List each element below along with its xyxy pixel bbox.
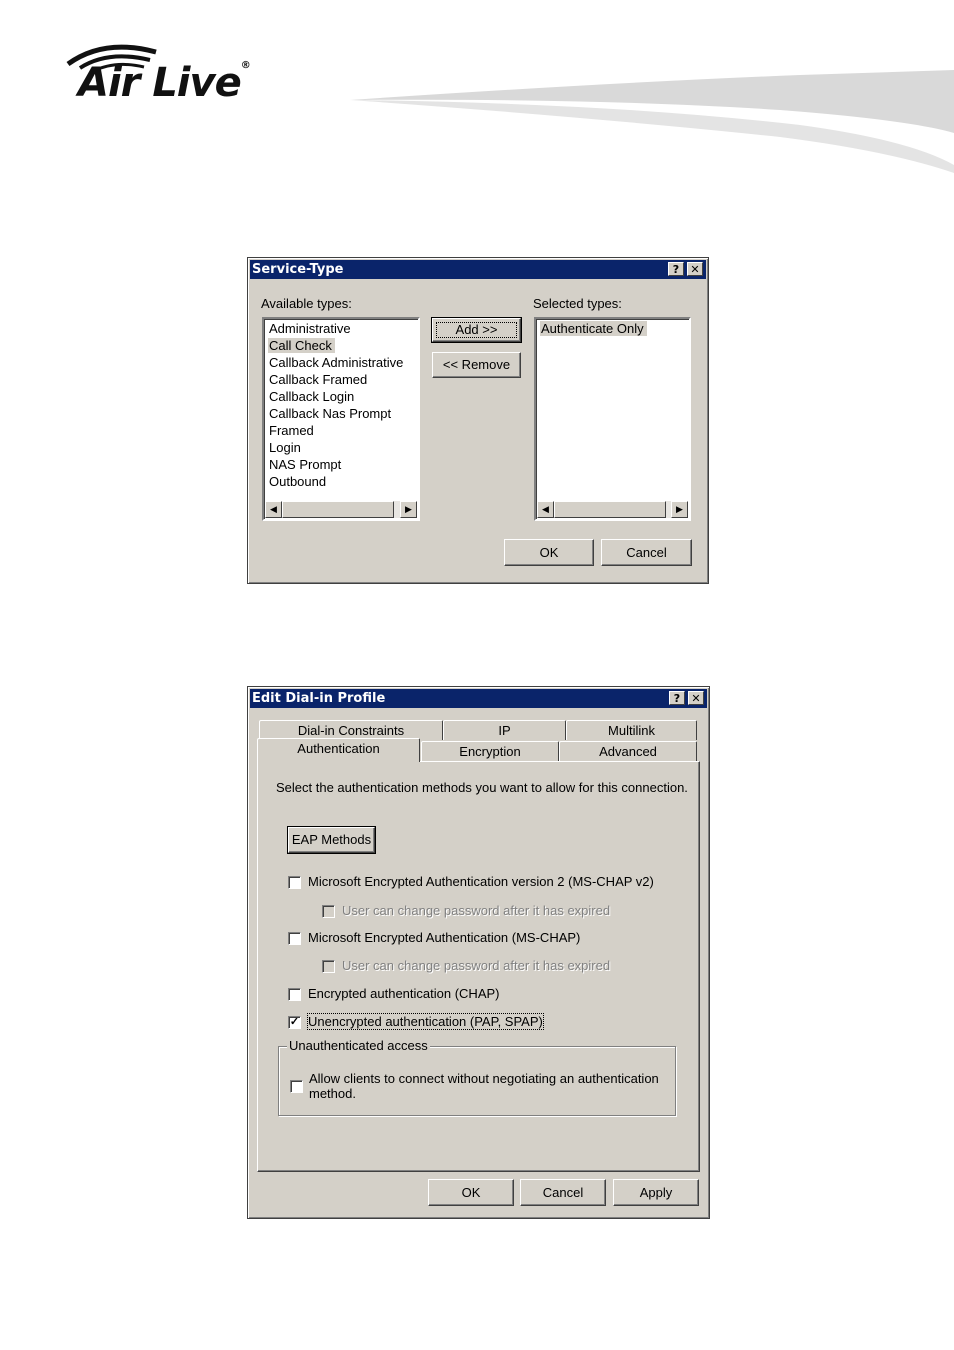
auth-option-label: User can change password after it has ex… bbox=[342, 903, 611, 918]
dialin-cancel-button[interactable]: Cancel bbox=[520, 1179, 606, 1206]
tab-encryption[interactable]: Encryption bbox=[421, 741, 559, 761]
selected-types-label: Selected types: bbox=[533, 296, 622, 311]
list-item[interactable]: Login bbox=[264, 439, 418, 456]
service-type-dialog: Service-Type ? ✕ Available types: Select… bbox=[247, 257, 709, 584]
list-item[interactable]: Callback Administrative bbox=[264, 354, 418, 371]
list-item[interactable]: Callback Framed bbox=[264, 371, 418, 388]
auth-option-checkbox[interactable] bbox=[288, 988, 301, 1001]
unauthenticated-access-group: Unauthenticated access Allow clients to … bbox=[278, 1038, 676, 1116]
tab-multilink[interactable]: Multilink bbox=[566, 720, 697, 740]
list-item[interactable]: NAS Prompt bbox=[264, 456, 418, 473]
allow-unauthenticated-label: Allow clients to connect without negotia… bbox=[309, 1071, 659, 1101]
available-types-list[interactable]: Administrative Call Check Callback Adminis… bbox=[262, 317, 420, 521]
dialin-titlebar: Edit Dial-in Profile ? ✕ bbox=[250, 689, 707, 708]
authentication-panel: Select the authentication methods you wa… bbox=[257, 761, 700, 1172]
logo-text: Air Live® bbox=[78, 60, 251, 106]
intro-text: Select the authentication methods you wa… bbox=[276, 780, 688, 795]
dialin-profile-dialog: Edit Dial-in Profile ? ✕ Dial-in Constra… bbox=[247, 686, 710, 1219]
auth-option-label: User can change password after it has ex… bbox=[342, 958, 611, 973]
remove-button[interactable]: << Remove bbox=[432, 352, 521, 378]
scroll-right-icon[interactable]: ▶ bbox=[671, 501, 688, 518]
available-hscrollbar[interactable]: ◀ ▶ bbox=[265, 501, 417, 518]
service-ok-button[interactable]: OK bbox=[504, 539, 594, 566]
eap-methods-button[interactable]: EAP Methods bbox=[287, 826, 376, 854]
tab-authentication[interactable]: Authentication bbox=[257, 738, 420, 762]
list-item[interactable]: Call Check bbox=[264, 337, 418, 354]
scroll-right-icon[interactable]: ▶ bbox=[400, 501, 417, 518]
tab-dialin-constraints[interactable]: Dial-in Constraints bbox=[259, 720, 443, 740]
scroll-thumb[interactable] bbox=[282, 501, 394, 518]
header-swoosh bbox=[350, 70, 954, 173]
help-button[interactable]: ? bbox=[669, 691, 685, 705]
auth-option-label: Microsoft Encrypted Authentication versi… bbox=[308, 874, 654, 889]
scroll-left-icon[interactable]: ◀ bbox=[537, 501, 554, 518]
auth-option-label: Microsoft Encrypted Authentication (MS-C… bbox=[308, 930, 581, 945]
service-cancel-button[interactable]: Cancel bbox=[601, 539, 692, 566]
allow-unauthenticated-checkbox[interactable] bbox=[290, 1080, 303, 1093]
selected-hscrollbar[interactable]: ◀ ▶ bbox=[537, 501, 688, 518]
scroll-thumb[interactable] bbox=[554, 501, 666, 518]
help-button[interactable]: ? bbox=[668, 262, 684, 276]
auth-option-checkbox[interactable] bbox=[288, 876, 301, 889]
auth-option-checkbox bbox=[322, 960, 335, 973]
list-item[interactable]: Outbound bbox=[264, 473, 418, 490]
auth-option-checkbox bbox=[322, 905, 335, 918]
list-item[interactable]: Framed bbox=[264, 422, 418, 439]
dialin-title: Edit Dial-in Profile bbox=[252, 691, 386, 706]
list-item[interactable]: Callback Login bbox=[264, 388, 418, 405]
auth-option-checkbox[interactable] bbox=[288, 932, 301, 945]
auth-option-checkbox[interactable]: ✓ bbox=[288, 1016, 301, 1029]
dialin-apply-button[interactable]: Apply bbox=[613, 1179, 699, 1206]
tab-ip[interactable]: IP bbox=[443, 720, 566, 740]
service-type-titlebar: Service-Type ? ✕ bbox=[250, 260, 706, 279]
auth-option-label: Encrypted authentication (CHAP) bbox=[308, 986, 500, 1001]
service-type-title: Service-Type bbox=[252, 262, 344, 277]
airlive-logo: Air Live® bbox=[62, 42, 302, 112]
auth-option-label: Unencrypted authentication (PAP, SPAP) bbox=[307, 1013, 544, 1030]
scroll-left-icon[interactable]: ◀ bbox=[265, 501, 282, 518]
close-button[interactable]: ✕ bbox=[687, 262, 703, 276]
tab-advanced[interactable]: Advanced bbox=[559, 741, 697, 761]
selected-types-list[interactable]: Authenticate Only ◀ ▶ bbox=[534, 317, 691, 521]
group-legend: Unauthenticated access bbox=[287, 1038, 430, 1053]
dialin-ok-button[interactable]: OK bbox=[428, 1179, 514, 1206]
list-item[interactable]: Callback Nas Prompt bbox=[264, 405, 418, 422]
list-item[interactable]: Administrative bbox=[264, 320, 418, 337]
close-button[interactable]: ✕ bbox=[688, 691, 704, 705]
list-item[interactable]: Authenticate Only bbox=[536, 320, 689, 337]
add-button[interactable]: Add >> bbox=[431, 317, 522, 343]
available-types-label: Available types: bbox=[261, 296, 352, 311]
